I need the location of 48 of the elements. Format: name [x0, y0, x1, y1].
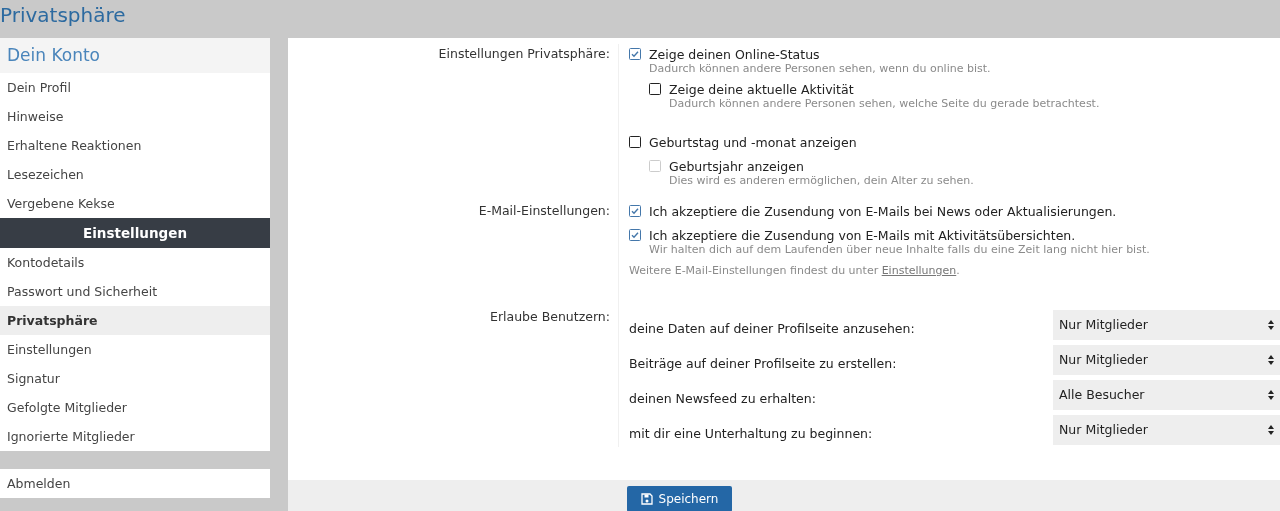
sidebar-item[interactable]: Kontodetails	[0, 248, 270, 277]
option-label: mit dir eine Unterhaltung zu beginnen:	[629, 426, 873, 441]
updown-arrows-icon	[1268, 354, 1274, 365]
sidebar-item[interactable]: Privatsphäre	[0, 306, 270, 335]
page-title: Privatsphäre	[0, 3, 126, 27]
option-label: deinen Newsfeed zu erhalten:	[629, 391, 816, 406]
sidebar-item[interactable]: Passwort und Sicherheit	[0, 277, 270, 306]
updown-arrows-icon	[1268, 389, 1274, 400]
dropdown[interactable]: Nur Mitglieder	[1053, 309, 1280, 340]
option-hint: Dadurch können andere Personen sehen, wenn du online bist.	[648, 62, 992, 75]
sidebar-item[interactable]: Erhaltene Reaktionen	[0, 131, 270, 160]
updown-arrows-icon	[1268, 319, 1274, 330]
option-hint: Wir halten dich auf dem Laufenden über neue Inhalte falls du eine Zeit lang nicht hier bist.	[648, 243, 1151, 256]
dropdown[interactable]: Nur Mitglieder	[1053, 344, 1280, 375]
option-label: Beiträge auf deiner Profilseite zu erstellen:	[629, 356, 897, 371]
checkbox-label[interactable]: Zeige deine aktuelle Aktivität	[669, 81, 854, 97]
option-label: deine Daten auf deiner Profilseite anzusehen:	[629, 321, 915, 336]
updown-arrows-icon	[1268, 424, 1274, 435]
checkbox-label[interactable]: Zeige deinen Online-Status	[649, 46, 820, 62]
checkbox-label[interactable]: Ich akzeptiere die Zusendung von E-Mails bei News oder Aktualisierungen.	[649, 203, 1117, 219]
sidebar-item[interactable]: Lesezeichen	[0, 160, 270, 189]
checkbox[interactable]	[629, 229, 641, 241]
option-hint: Dies wird es anderen ermöglichen, dein Alter zu sehen.	[668, 174, 975, 187]
field-label: Erlaube Benutzern:	[288, 307, 619, 447]
sidebar-item[interactable]: Einstellungen	[0, 335, 270, 364]
checkbox[interactable]	[629, 48, 641, 60]
sidebar-item[interactable]: Ignorierte Mitglieder	[0, 422, 270, 451]
field-label: Einstellungen Privatsphäre:	[288, 44, 619, 201]
checkbox-label[interactable]: Geburtstag und -monat anzeigen	[649, 134, 857, 150]
sidebar-section-header: Einstellungen	[0, 218, 270, 248]
checkbox[interactable]	[629, 205, 641, 217]
sidebar-item[interactable]: Gefolgte Mitglieder	[0, 393, 270, 422]
field-label: E-Mail-Einstellungen:	[288, 201, 619, 277]
sidebar-item[interactable]: Vergebene Kekse	[0, 189, 270, 218]
dropdown[interactable]: Nur Mitglieder	[1053, 414, 1280, 445]
sidebar-item[interactable]: Hinweise	[0, 102, 270, 131]
sidebar-header: Dein Konto	[0, 38, 270, 73]
option-hint: Dadurch können andere Personen sehen, welche Seite du gerade betrachtest.	[668, 97, 1101, 110]
info-text: Weitere E-Mail-Einstellungen findest du unter Einstellungen.	[629, 264, 961, 277]
checkbox-label[interactable]: Ich akzeptiere die Zusendung von E-Mails mit Aktivitätsübersichten.	[649, 227, 1076, 243]
sidebar-item[interactable]: Signatur	[0, 364, 270, 393]
sidebar-item[interactable]: Dein Profil	[0, 73, 270, 102]
checkbox[interactable]	[649, 83, 661, 95]
checkbox[interactable]	[629, 136, 641, 148]
save-icon	[640, 492, 653, 505]
dropdown[interactable]: Alle Besucher	[1053, 379, 1280, 410]
logout-link[interactable]: Abmelden	[0, 469, 270, 498]
save-button[interactable]: Speichern	[627, 485, 732, 511]
